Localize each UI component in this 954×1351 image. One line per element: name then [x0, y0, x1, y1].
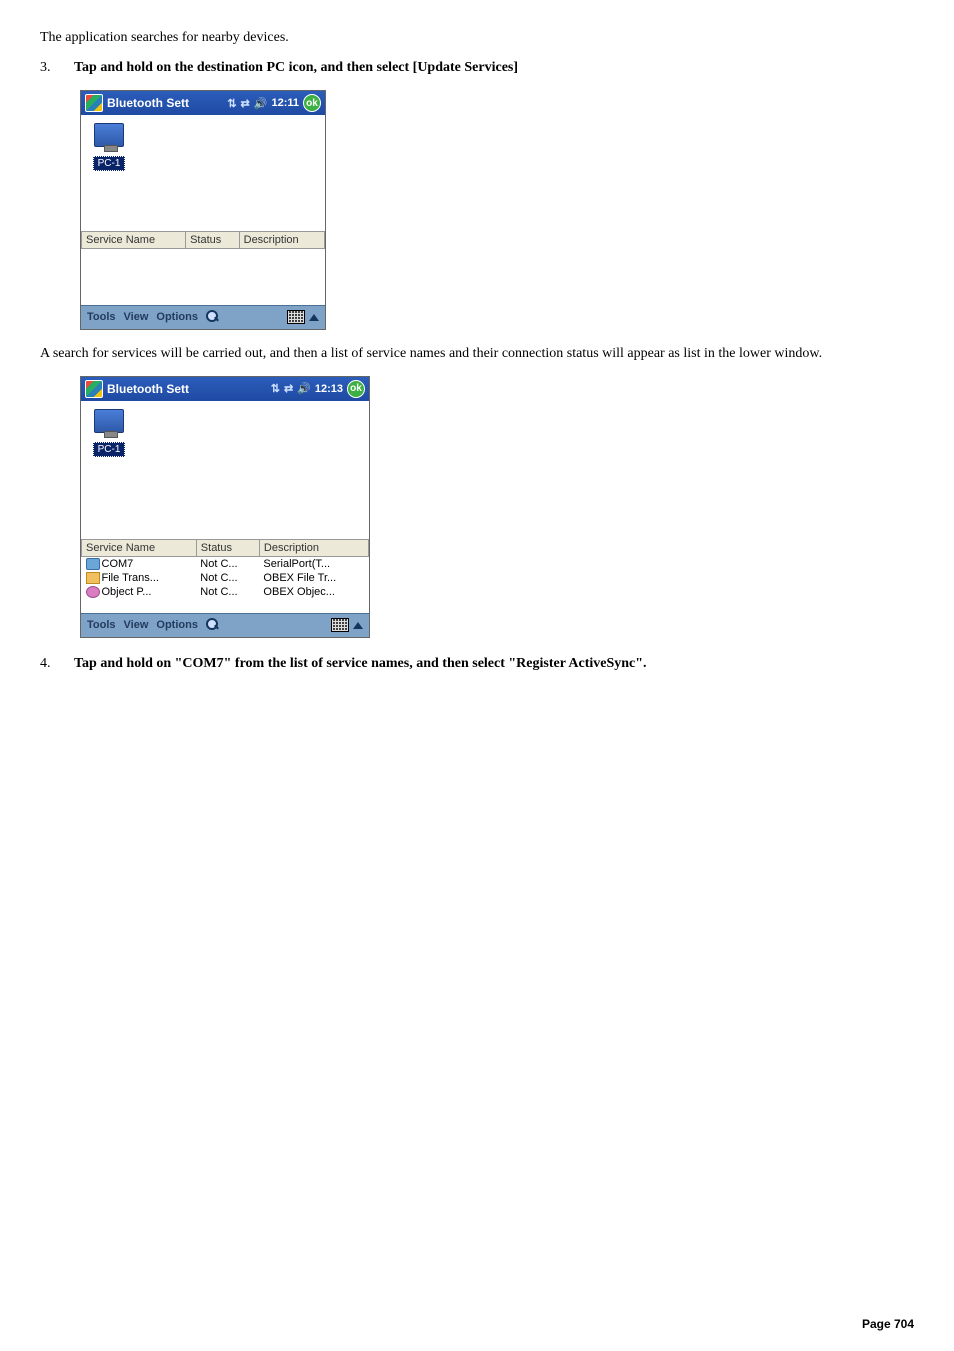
- cell-status: Not C...: [196, 556, 259, 571]
- bluetooth-window-1: Bluetooth Sett ⇅ ⇄ 🔊 12:11 ok PC-1 Servi…: [80, 90, 326, 330]
- serial-port-icon: [86, 558, 100, 570]
- step-3: 3. Tap and hold on the destination PC ic…: [40, 60, 914, 76]
- clock: 12:13: [315, 383, 343, 395]
- pc-label: PC-1: [93, 156, 126, 171]
- start-flag-icon[interactable]: [85, 380, 103, 398]
- cell-name: Object P...: [102, 586, 152, 598]
- keyboard-icon[interactable]: [331, 618, 349, 632]
- menu-bar: Tools View Options: [81, 613, 369, 637]
- cell-name: COM7: [102, 558, 134, 570]
- bluetooth-signal-icon: ⇅: [227, 97, 236, 110]
- speaker-icon: 🔊: [254, 97, 268, 110]
- search-icon[interactable]: [206, 618, 220, 632]
- bluetooth-window-2: Bluetooth Sett ⇅ ⇄ 🔊 12:13 ok PC-1 Servi…: [80, 376, 370, 638]
- intro-paragraph: The application searches for nearby devi…: [40, 30, 914, 46]
- menu-bar: Tools View Options: [81, 305, 325, 329]
- col-status[interactable]: Status: [186, 232, 240, 249]
- step-number: 3.: [40, 60, 74, 76]
- sync-icon: ⇄: [241, 97, 250, 110]
- table-row[interactable]: COM7 Not C... SerialPort(T...: [82, 556, 369, 571]
- up-arrow-icon[interactable]: [309, 314, 319, 321]
- cell-status: Not C...: [196, 585, 259, 599]
- window-title: Bluetooth Sett: [107, 382, 267, 396]
- services-table: Service Name Status Description COM7 Not…: [81, 539, 369, 613]
- menu-options[interactable]: Options: [156, 619, 198, 631]
- device-pane: PC-1: [81, 401, 369, 539]
- keyboard-icon[interactable]: [287, 310, 305, 324]
- menu-tools[interactable]: Tools: [87, 311, 116, 323]
- monitor-icon: [94, 123, 124, 147]
- menu-view[interactable]: View: [124, 311, 149, 323]
- step-4: 4. Tap and hold on "COM7" from the list …: [40, 656, 914, 672]
- menu-options[interactable]: Options: [156, 311, 198, 323]
- cell-status: Not C...: [196, 571, 259, 585]
- col-description[interactable]: Description: [239, 232, 324, 249]
- ok-button[interactable]: ok: [347, 380, 365, 398]
- table-row[interactable]: Object P... Not C... OBEX Objec...: [82, 585, 369, 599]
- col-status[interactable]: Status: [196, 539, 259, 556]
- monitor-icon: [94, 409, 124, 433]
- file-transfer-icon: [86, 572, 100, 584]
- speaker-icon: 🔊: [297, 382, 311, 395]
- object-push-icon: [86, 586, 100, 598]
- step-text: Tap and hold on "COM7" from the list of …: [74, 656, 914, 672]
- col-service-name[interactable]: Service Name: [82, 539, 197, 556]
- cell-name: File Trans...: [102, 572, 159, 584]
- pc-label: PC-1: [93, 442, 126, 457]
- col-service-name[interactable]: Service Name: [82, 232, 186, 249]
- page-footer: Page 704: [862, 1317, 914, 1331]
- up-arrow-icon[interactable]: [353, 622, 363, 629]
- window-title: Bluetooth Sett: [107, 96, 223, 110]
- mid-paragraph: A search for services will be carried ou…: [40, 346, 914, 362]
- step-text: Tap and hold on the destination PC icon,…: [74, 60, 914, 76]
- title-bar: Bluetooth Sett ⇅ ⇄ 🔊 12:13 ok: [81, 377, 369, 401]
- step-number: 4.: [40, 656, 74, 672]
- cell-desc: OBEX File Tr...: [259, 571, 368, 585]
- start-flag-icon[interactable]: [85, 94, 103, 112]
- sync-icon: ⇄: [284, 382, 293, 395]
- menu-view[interactable]: View: [124, 619, 149, 631]
- pc-icon[interactable]: PC-1: [89, 123, 129, 171]
- title-bar: Bluetooth Sett ⇅ ⇄ 🔊 12:11 ok: [81, 91, 325, 115]
- menu-tools[interactable]: Tools: [87, 619, 116, 631]
- device-pane: PC-1: [81, 115, 325, 231]
- clock: 12:11: [271, 97, 299, 109]
- cell-desc: SerialPort(T...: [259, 556, 368, 571]
- table-row[interactable]: File Trans... Not C... OBEX File Tr...: [82, 571, 369, 585]
- bluetooth-signal-icon: ⇅: [271, 382, 280, 395]
- services-table: Service Name Status Description: [81, 231, 325, 305]
- pc-icon[interactable]: PC-1: [89, 409, 129, 457]
- col-description[interactable]: Description: [259, 539, 368, 556]
- search-icon[interactable]: [206, 310, 220, 324]
- cell-desc: OBEX Objec...: [259, 585, 368, 599]
- ok-button[interactable]: ok: [303, 94, 321, 112]
